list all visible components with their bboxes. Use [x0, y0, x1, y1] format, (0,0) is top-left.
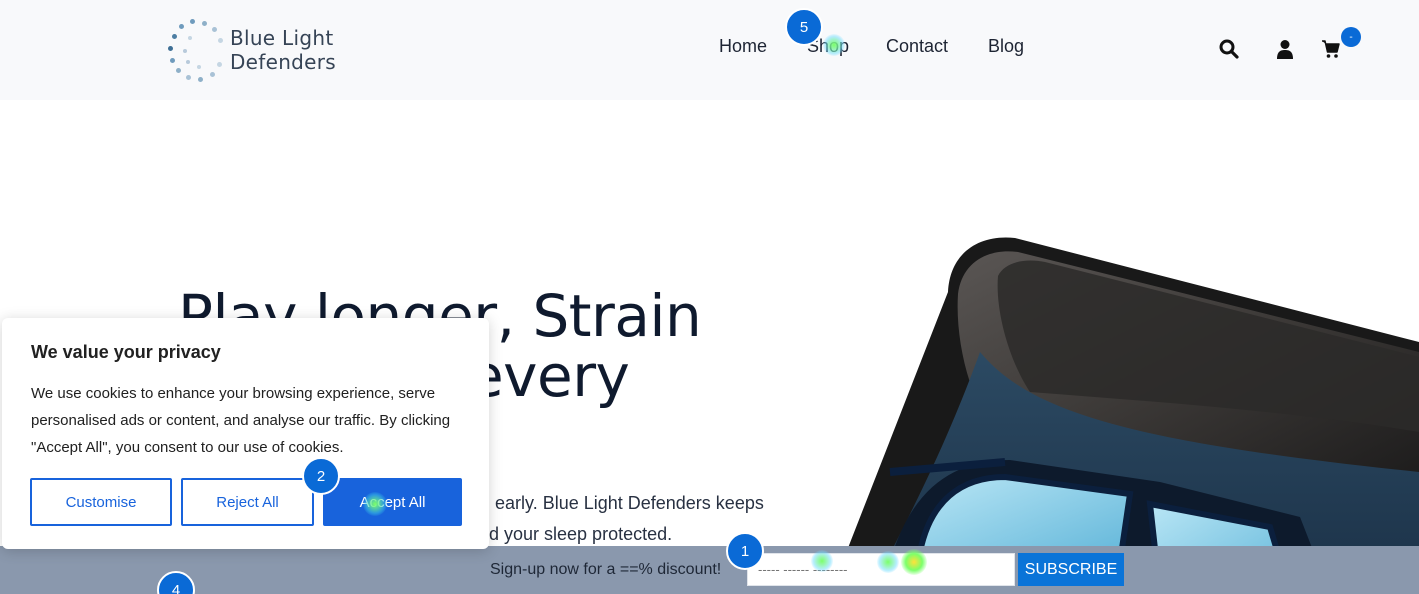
page: Blue Light Defenders Home Shop Contact B… [0, 0, 1419, 594]
subscribe-email-input[interactable] [747, 553, 1015, 586]
accept-all-button[interactable]: Accept All [323, 478, 462, 526]
site-header: Blue Light Defenders Home Shop Contact B… [0, 0, 1419, 100]
customise-button[interactable]: Customise [30, 478, 172, 526]
site-logo[interactable]: Blue Light Defenders [166, 14, 446, 86]
step-marker: 1 [726, 532, 764, 570]
cookie-text: We use cookies to enhance your browsing … [31, 385, 451, 456]
nav-home[interactable]: Home [719, 36, 767, 57]
step-marker: 2 [302, 457, 340, 495]
logo-dots-icon [166, 16, 228, 84]
logo-text: Blue Light Defenders [229, 26, 337, 74]
reject-all-button[interactable]: Reject All [181, 478, 314, 526]
cart-count-badge: - [1341, 27, 1361, 47]
cookie-title: We value your privacy [31, 342, 221, 362]
nav-blog[interactable]: Blog [988, 36, 1024, 57]
subscribe-bar: Sign-up now for a ==% discount! SUBSCRIB… [0, 546, 1419, 594]
cart-icon[interactable] [1320, 38, 1342, 60]
subscribe-label: Sign-up now for a ==% discount! [490, 561, 722, 578]
step-marker: 5 [785, 8, 823, 46]
nav-contact[interactable]: Contact [886, 36, 948, 57]
search-icon[interactable] [1218, 38, 1240, 60]
subscribe-button[interactable]: SUBSCRIBE [1018, 553, 1124, 586]
account-icon[interactable] [1274, 38, 1296, 60]
product-image-glasses-case [830, 232, 1419, 594]
cookie-consent-banner: We value your privacy We use cookies to … [2, 318, 489, 549]
